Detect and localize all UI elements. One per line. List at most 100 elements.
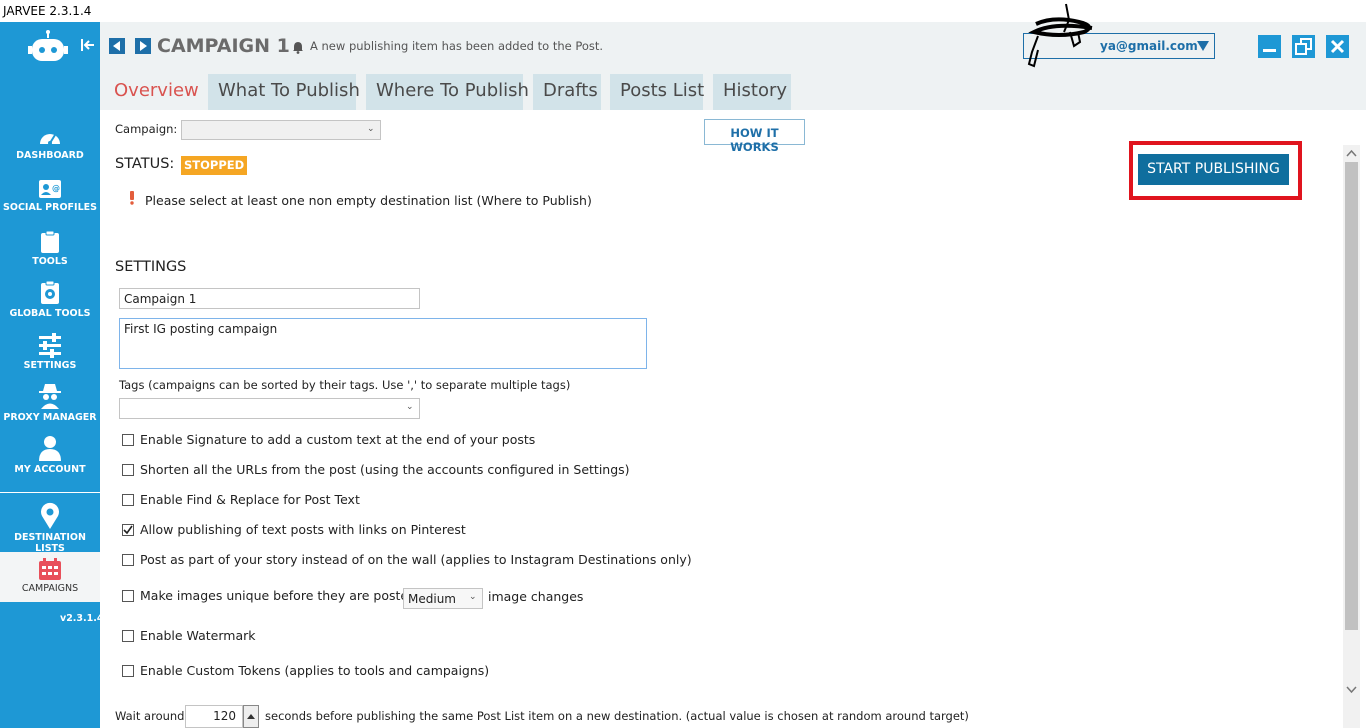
content-scrollbar[interactable] [1343,145,1360,728]
campaign-description-field[interactable]: First IG posting campaign [119,318,647,369]
image-changes-label: image changes [488,589,584,604]
find-replace-checkbox[interactable] [122,494,134,506]
restore-button[interactable] [1292,35,1315,58]
sidebar-item-proxy-manager[interactable]: PROXY MANAGER [0,382,100,428]
redaction-scribble [1024,2,1104,88]
signature-checkbox[interactable] [122,434,134,446]
sliders-icon [39,333,61,358]
tags-select[interactable]: ⌄ [119,398,420,419]
chevron-down-icon [1197,41,1209,51]
wait-seconds-field[interactable]: 120 [185,705,243,728]
unique-images-option-label: Make images unique before they are poste… [140,588,417,603]
bell-icon [292,39,304,54]
collapse-sidebar-icon[interactable] [80,37,96,53]
sidebar-item-label: GLOBAL TOOLS [9,308,91,319]
wait-seconds-stepper[interactable] [243,705,259,728]
minimize-button[interactable] [1258,35,1281,58]
sidebar-item-tools[interactable]: TOOLS [0,230,100,276]
sidebar: DASHBOARD @ SOCIAL PROFILES TOOLS GLOBAL… [0,22,104,728]
close-button[interactable] [1326,35,1349,58]
start-publishing-button[interactable]: START PUBLISHING [1138,154,1289,185]
chevron-down-icon: ⌄ [406,402,414,412]
sidebar-item-label: DESTINATION LISTS [14,532,86,554]
wait-seconds-value: 120 [213,709,236,723]
arrow-right-icon [140,41,147,51]
campaign-label: Campaign: [115,122,178,136]
warning-message: Please select at least one non empty des… [145,193,592,208]
story-posting-checkbox[interactable] [122,554,134,566]
pinterest-links-checkbox[interactable] [122,524,134,536]
status-label: STATUS: [115,156,175,172]
wait-prefix-label: Wait around [115,709,185,723]
warning-icon [129,190,135,205]
shorten-urls-checkbox[interactable] [122,464,134,476]
signature-option-label: Enable Signature to add a custom text at… [140,432,536,447]
window-title: JARVEE 2.3.1.4 [3,4,92,18]
robot-logo [28,30,68,64]
sidebar-item-social-profiles[interactable]: @ SOCIAL PROFILES [0,178,100,224]
minimize-icon [1263,49,1276,52]
chevron-down-icon: ⌄ [367,124,375,134]
chevron-up-icon [1346,149,1357,157]
global-tools-icon [41,280,59,304]
custom-tokens-option-label: Enable Custom Tokens (applies to tools a… [140,663,490,678]
how-it-works-button[interactable]: HOW IT WORKS [704,119,805,154]
sidebar-item-destination-lists[interactable]: DESTINATION LISTS [0,502,100,554]
stepper-up-icon [247,714,255,719]
sidebar-item-settings[interactable]: SETTINGS [0,332,100,378]
sidebar-item-label: SOCIAL PROFILES [3,202,97,213]
social-profiles-icon: @ [39,180,61,198]
settings-heading: SETTINGS [115,259,187,275]
sidebar-item-label: SETTINGS [23,360,77,371]
tab-overview[interactable]: Overview [104,74,199,110]
chevron-down-icon [1346,686,1357,694]
notification-text: A new publishing item has been added to … [310,39,604,53]
calendar-icon [39,558,61,580]
campaign-name-field[interactable]: Campaign 1 [119,288,420,309]
watermark-checkbox[interactable] [122,630,134,642]
image-change-level-select[interactable]: Medium ⌄ [403,588,483,609]
tab-what-to-publish[interactable]: What To Publish [208,74,360,110]
tab-posts-list[interactable]: Posts List [610,74,704,110]
find-replace-option-label: Enable Find & Replace for Post Text [140,492,360,507]
sidebar-divider [0,492,100,493]
restore-icon [1295,38,1312,55]
header-bar: CAMPAIGN 1 A new publishing item has bee… [100,3,1366,110]
tab-where-to-publish[interactable]: Where To Publish [366,74,529,110]
campaign-select[interactable]: ⌄ [181,120,381,140]
previous-campaign-button[interactable] [109,38,125,54]
sidebar-item-label: CAMPAIGNS [21,583,79,594]
sidebar-item-label: MY ACCOUNT [14,464,86,475]
page-title: CAMPAIGN 1 [157,35,290,57]
chevron-down-icon: ⌄ [469,592,477,602]
dashboard-icon [40,134,60,145]
pinterest-links-option-label: Allow publishing of text posts with link… [140,522,466,537]
sidebar-item-my-account[interactable]: MY ACCOUNT [0,434,100,480]
sidebar-item-campaigns[interactable]: CAMPAIGNS [0,552,100,602]
scroll-down-arrow[interactable] [1343,681,1360,698]
scrollbar-thumb[interactable] [1345,162,1358,630]
clipboard-icon [41,230,59,253]
spy-icon [39,384,61,409]
sidebar-item-dashboard[interactable]: DASHBOARD [0,126,100,172]
tab-history[interactable]: History [713,74,791,110]
overview-panel: Campaign: ⌄ HOW IT WORKS STATUS: STOPPED… [100,110,1343,728]
watermark-option-label: Enable Watermark [140,628,256,643]
custom-tokens-checkbox[interactable] [122,665,134,677]
sidebar-item-label: PROXY MANAGER [3,412,97,423]
checkmark-icon [123,525,133,535]
version-label: v2.3.1.4 [60,613,104,624]
sidebar-item-global-tools[interactable]: GLOBAL TOOLS [0,280,100,326]
location-pin-icon [41,502,59,529]
window-title-bar: JARVEE 2.3.1.4 [0,0,1366,22]
scroll-up-arrow[interactable] [1343,145,1360,162]
tags-label: Tags (campaigns can be sorted by their t… [119,378,571,392]
sidebar-item-label: DASHBOARD [16,150,84,161]
next-campaign-button[interactable] [135,38,151,54]
shorten-urls-option-label: Shorten all the URLs from the post (usin… [140,462,630,477]
unique-images-checkbox[interactable] [122,590,134,602]
tab-drafts[interactable]: Drafts [533,74,601,110]
image-change-level-value: Medium [408,592,456,606]
close-icon [1330,39,1345,54]
story-posting-option-label: Post as part of your story instead of on… [140,552,692,567]
